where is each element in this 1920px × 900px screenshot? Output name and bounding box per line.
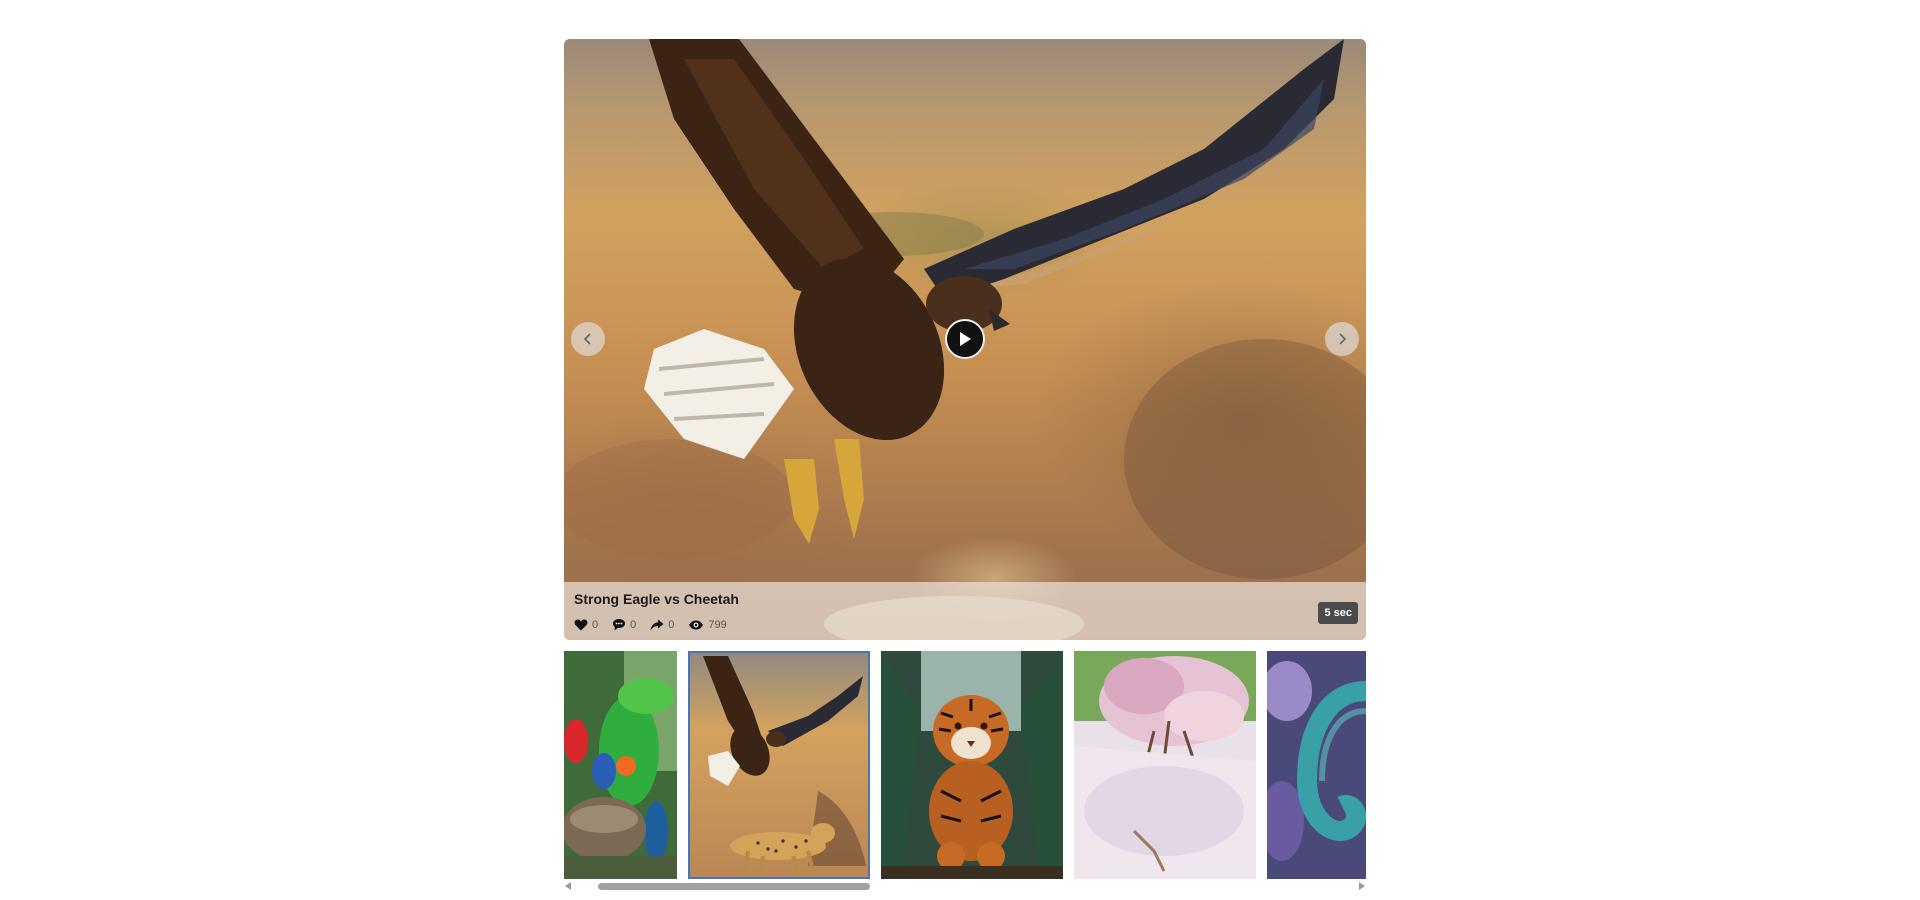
share-count: 0: [668, 618, 675, 631]
chameleon-image: [1267, 651, 1366, 879]
video-player[interactable]: Strong Eagle vs Cheetah 0 0 0 799 5 sec: [564, 39, 1366, 640]
tiger-image: [881, 651, 1063, 879]
eye-icon: [689, 620, 704, 629]
comment-icon: [613, 619, 626, 631]
cherry-blossom-image: [1074, 651, 1256, 879]
chevron-left-icon: [583, 333, 591, 345]
share-icon: [650, 619, 664, 630]
duration-badge: 5 sec: [1318, 602, 1358, 624]
thumbnail-cherry-blossom[interactable]: [1074, 651, 1256, 879]
share-stat[interactable]: 0: [650, 619, 674, 631]
scrollbar-thumb[interactable]: [598, 883, 870, 890]
video-title: Strong Eagle vs Cheetah: [574, 591, 739, 607]
thumbnail-strip[interactable]: [564, 651, 1366, 879]
parrots-image: [564, 651, 677, 879]
thumbnail-eagle-cheetah[interactable]: [688, 651, 870, 879]
comment-count: 0: [630, 618, 637, 631]
views-stat: 799: [688, 618, 727, 631]
thumbnail-scrollbar[interactable]: [564, 880, 1366, 892]
previous-button[interactable]: [571, 322, 605, 356]
like-stat[interactable]: 0: [574, 619, 598, 631]
comment-stat[interactable]: 0: [612, 618, 636, 631]
thumbnail-chameleon[interactable]: [1267, 651, 1366, 879]
play-button[interactable]: [945, 319, 985, 359]
views-count: 799: [708, 618, 727, 631]
heart-icon: [574, 619, 588, 630]
play-icon: [960, 332, 971, 346]
next-button[interactable]: [1325, 322, 1359, 356]
thumbnail-tiger[interactable]: [881, 651, 1063, 879]
eagle-cheetah-image: [688, 651, 870, 879]
scroll-left-arrow[interactable]: [565, 882, 571, 890]
video-stats: 0 0 0 799: [574, 618, 741, 631]
like-count: 0: [592, 618, 599, 631]
chevron-right-icon: [1339, 333, 1347, 345]
thumbnail-parrots[interactable]: [564, 651, 677, 879]
scroll-right-arrow[interactable]: [1359, 882, 1365, 890]
video-caption: Strong Eagle vs Cheetah 0 0 0 799 5 sec: [564, 582, 1366, 640]
